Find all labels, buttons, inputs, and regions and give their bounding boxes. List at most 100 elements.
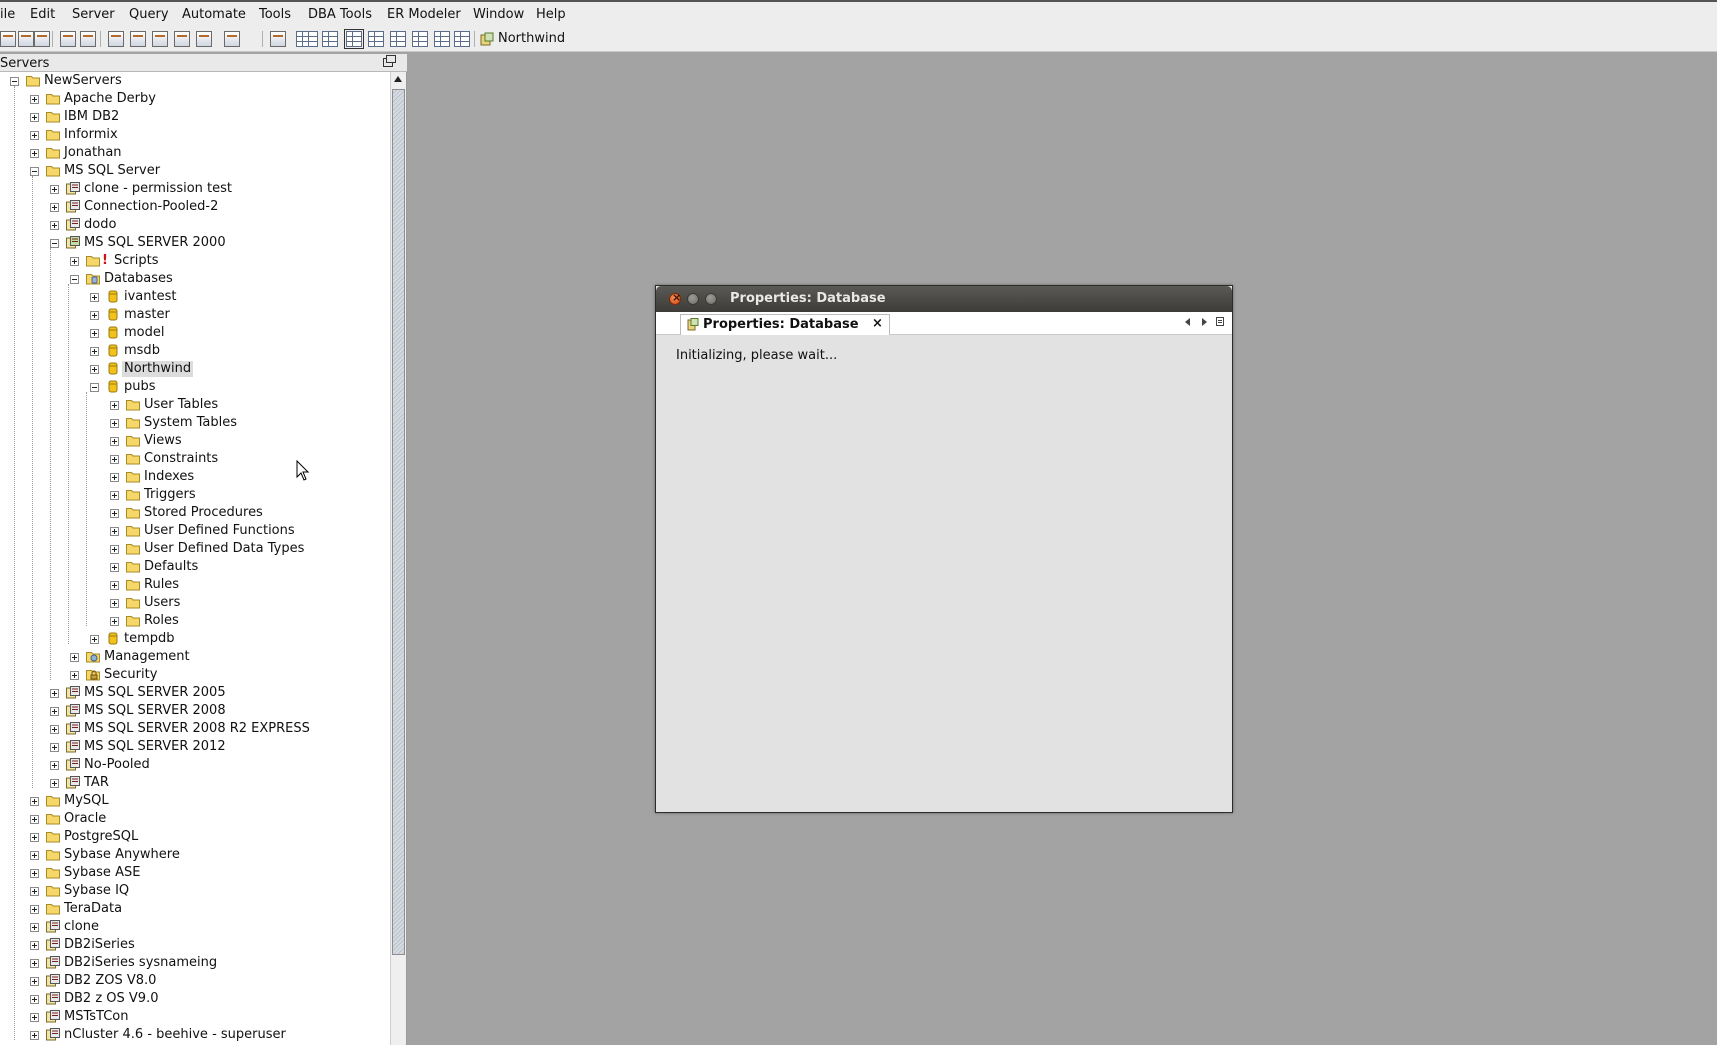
tree-item-ms-sql-server-2008[interactable]: MS SQL SERVER 2008 bbox=[0, 702, 390, 720]
tree-item-defaults[interactable]: Defaults bbox=[0, 558, 390, 576]
expand-icon[interactable] bbox=[110, 527, 119, 536]
expand-icon[interactable] bbox=[110, 491, 119, 500]
tree-item-northwind[interactable]: Northwind bbox=[0, 360, 390, 378]
expand-icon[interactable] bbox=[110, 473, 119, 482]
expand-icon[interactable] bbox=[50, 185, 59, 194]
expand-icon[interactable] bbox=[50, 743, 59, 752]
properties-icon[interactable] bbox=[270, 31, 286, 47]
menu-query[interactable]: Query bbox=[129, 7, 169, 22]
tree-item-scripts[interactable]: ! Scripts bbox=[0, 252, 390, 270]
tree-item-rules[interactable]: Rules bbox=[0, 576, 390, 594]
export-icon[interactable] bbox=[196, 31, 212, 47]
menu-dba-tools[interactable]: DBA Tools bbox=[308, 7, 372, 22]
tree-item-indexes[interactable]: Indexes bbox=[0, 468, 390, 486]
collapse-icon[interactable] bbox=[90, 383, 99, 392]
tree-item-user-defined-functions[interactable]: User Defined Functions bbox=[0, 522, 390, 540]
tree-item-postgresql[interactable]: PostgreSQL bbox=[0, 828, 390, 846]
layout-icon[interactable] bbox=[434, 31, 450, 47]
expand-icon[interactable] bbox=[50, 707, 59, 716]
expand-icon[interactable] bbox=[90, 635, 99, 644]
expand-icon[interactable] bbox=[30, 149, 39, 158]
tree-item-ms-sql-server[interactable]: MS SQL Server bbox=[0, 162, 390, 180]
close-window-button[interactable] bbox=[669, 291, 681, 305]
tree-item-users[interactable]: Users bbox=[0, 594, 390, 612]
expand-icon[interactable] bbox=[90, 329, 99, 338]
tree-item-system-tables[interactable]: System Tables bbox=[0, 414, 390, 432]
layout-icon[interactable] bbox=[344, 29, 364, 49]
tree-item-informix[interactable]: Informix bbox=[0, 126, 390, 144]
tree-item-mysql[interactable]: MySQL bbox=[0, 792, 390, 810]
tree-item-pubs[interactable]: pubs bbox=[0, 378, 390, 396]
expand-icon[interactable] bbox=[50, 779, 59, 788]
refresh-icon[interactable] bbox=[60, 31, 76, 47]
menu-er-modeler[interactable]: ER Modeler bbox=[387, 7, 461, 22]
menu-ile[interactable]: ile bbox=[0, 7, 15, 22]
expand-icon[interactable] bbox=[30, 131, 39, 140]
tree-item-management[interactable]: Management bbox=[0, 648, 390, 666]
expand-icon[interactable] bbox=[30, 95, 39, 104]
layout-icon[interactable] bbox=[302, 31, 318, 47]
tree-item-no-pooled[interactable]: No-Pooled bbox=[0, 756, 390, 774]
tree-item-ibm-db2[interactable]: IBM DB2 bbox=[0, 108, 390, 126]
connection-icon[interactable] bbox=[480, 32, 494, 46]
tree-item-ncluster-4-6-beehive-superuser[interactable]: nCluster 4.6 - beehive - superuser bbox=[0, 1026, 390, 1044]
expand-icon[interactable] bbox=[70, 653, 79, 662]
expand-icon[interactable] bbox=[30, 959, 39, 968]
tree-item-ms-sql-server-2005[interactable]: MS SQL SERVER 2005 bbox=[0, 684, 390, 702]
tree-item-apache-derby[interactable]: Apache Derby bbox=[0, 90, 390, 108]
tree-item-tar[interactable]: TAR bbox=[0, 774, 390, 792]
expand-icon[interactable] bbox=[50, 203, 59, 212]
tab-next-arrow-icon[interactable] bbox=[1202, 318, 1207, 326]
tree-item-constraints[interactable]: Constraints bbox=[0, 450, 390, 468]
tree-item-views[interactable]: Views bbox=[0, 432, 390, 450]
menu-edit[interactable]: Edit bbox=[30, 7, 55, 22]
expand-icon[interactable] bbox=[110, 401, 119, 410]
expand-icon[interactable] bbox=[110, 509, 119, 518]
restore-icon[interactable] bbox=[383, 55, 396, 67]
tree-item-dodo[interactable]: dodo bbox=[0, 216, 390, 234]
script-icon[interactable] bbox=[108, 31, 124, 47]
tree-item-oracle[interactable]: Oracle bbox=[0, 810, 390, 828]
expand-icon[interactable] bbox=[110, 563, 119, 572]
expand-icon[interactable] bbox=[30, 923, 39, 932]
tree-item-mststcon[interactable]: MSTsTCon bbox=[0, 1008, 390, 1026]
tree-item-db2iseries[interactable]: DB2iSeries bbox=[0, 936, 390, 954]
server-tree[interactable]: NewServers Apache Derby IBM DB2 Informix Jon… bbox=[0, 72, 390, 1045]
tree-item-user-tables[interactable]: User Tables bbox=[0, 396, 390, 414]
tree-item-tempdb[interactable]: tempdb bbox=[0, 630, 390, 648]
expand-icon[interactable] bbox=[30, 797, 39, 806]
tree-item-security[interactable]: Security bbox=[0, 666, 390, 684]
tree-item-model[interactable]: model bbox=[0, 324, 390, 342]
expand-icon[interactable] bbox=[90, 311, 99, 320]
menu-automate[interactable]: Automate bbox=[182, 7, 246, 22]
collapse-icon[interactable] bbox=[50, 239, 59, 248]
expand-icon[interactable] bbox=[110, 599, 119, 608]
tree-item-teradata[interactable]: TeraData bbox=[0, 900, 390, 918]
tree-item-master[interactable]: master bbox=[0, 306, 390, 324]
expand-icon[interactable] bbox=[70, 257, 79, 266]
maximize-window-button[interactable] bbox=[705, 293, 717, 305]
tree-item-sybase-anywhere[interactable]: Sybase Anywhere bbox=[0, 846, 390, 864]
expand-icon[interactable] bbox=[110, 617, 119, 626]
expand-icon[interactable] bbox=[50, 221, 59, 230]
tree-item-ms-sql-server-2000[interactable]: MS SQL SERVER 2000 bbox=[0, 234, 390, 252]
procedure-icon[interactable] bbox=[174, 31, 190, 47]
tree-item-clone-permission-test[interactable]: clone - permission test bbox=[0, 180, 390, 198]
layout-icon[interactable] bbox=[412, 31, 428, 47]
expand-icon[interactable] bbox=[50, 689, 59, 698]
tree-item-ms-sql-server-2008-r2-express[interactable]: MS SQL SERVER 2008 R2 EXPRESS bbox=[0, 720, 390, 738]
minimize-window-button[interactable] bbox=[687, 293, 699, 305]
layout-icon[interactable] bbox=[454, 31, 470, 47]
expand-icon[interactable] bbox=[30, 833, 39, 842]
menu-window[interactable]: Window bbox=[473, 7, 524, 22]
expand-icon[interactable] bbox=[30, 869, 39, 878]
expand-icon[interactable] bbox=[30, 113, 39, 122]
tree-item-ms-sql-server-2012[interactable]: MS SQL SERVER 2012 bbox=[0, 738, 390, 756]
tab-properties-database[interactable]: Properties: Database × bbox=[680, 314, 890, 335]
tree-scrollbar[interactable] bbox=[390, 72, 406, 1045]
new-connection-icon[interactable] bbox=[0, 31, 16, 47]
expand-icon[interactable] bbox=[30, 941, 39, 950]
expand-icon[interactable] bbox=[50, 761, 59, 770]
table-icon[interactable] bbox=[130, 31, 146, 47]
layout-icon[interactable] bbox=[322, 31, 338, 47]
